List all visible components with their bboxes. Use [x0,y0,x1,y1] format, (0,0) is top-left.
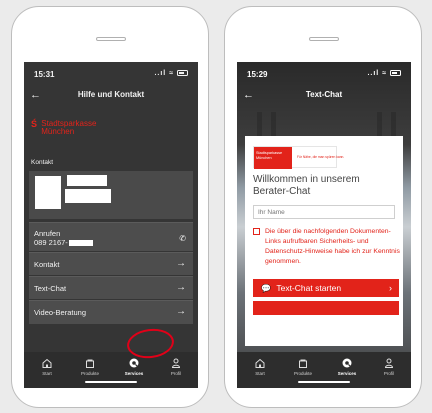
chat-bubble-icon: 💬 [261,284,271,293]
profile-icon [171,358,181,368]
sparkasse-banner: Stadtsparkasse München Für Nähe, die man … [253,146,344,169]
row-anrufen[interactable]: Anrufen 089 2167- ✆ [29,222,193,251]
bag-icon [86,359,94,368]
profile-icon [384,358,394,368]
status-bar: 15:29 ..ıl ≈ [237,62,411,82]
redacted-name [67,175,107,186]
back-arrow-icon[interactable]: ← [30,84,41,106]
battery-icon [390,70,401,77]
home-icon [255,358,265,368]
page-title: Hilfe und Kontakt [77,90,145,99]
status-time: 15:31 [34,70,55,79]
sparkasse-s-icon: Ś [31,119,38,129]
consent-text: Die über die nachfolgenden Dokumenten-Li… [265,228,400,265]
status-indicators: ..ıl ≈ [367,70,401,77]
section-label-kontakt: Kontakt [31,159,54,166]
back-arrow-icon[interactable]: ← [243,84,254,106]
row-kontakt[interactable]: Kontakt → [29,252,193,275]
redacted-photo [35,176,61,209]
services-icon [342,358,352,368]
row-text-chat[interactable]: Text-Chat → [29,276,193,299]
status-time: 15:29 [247,70,268,79]
speaker-slot [96,37,126,41]
sparkasse-logo: Stadtsparkasse München [254,147,292,169]
chevron-right-icon: › [389,283,392,293]
status-indicators: ..ıl ≈ [154,70,188,77]
tab-profil[interactable]: Profil [372,357,406,376]
name-input[interactable] [253,205,395,219]
phone-right: 15:29 ..ıl ≈ ← Text-Chat Stadtsparkasse M… [224,6,422,408]
page-title: Text-Chat [305,90,343,99]
secondary-button[interactable] [253,301,399,315]
tab-produkte[interactable]: Produkte [73,357,107,376]
row-anrufen-number: 089 2167- [34,238,93,247]
row-kontakt-label: Kontakt [34,260,60,269]
start-text-chat-label: Text-Chat starten [276,283,342,293]
row-text-chat-label: Text-Chat [34,284,67,293]
tab-start[interactable]: Start [30,357,64,376]
phone-icon: ✆ [179,234,186,243]
status-bar: 15:31 ..ıl ≈ [24,62,198,82]
speaker-slot [309,37,339,41]
arrow-right-icon: → [176,282,186,293]
start-text-chat-button[interactable]: 💬 Text-Chat starten › [253,279,399,297]
wifi-icon: ≈ [382,70,388,77]
tab-profil[interactable]: Profil [159,357,193,376]
consent-checkbox[interactable] [253,228,260,235]
arrow-right-icon: → [176,258,186,269]
phone-left: 15:31 ..ıl ≈ ← Hilfe und Kontakt Ś Stadt… [11,6,209,408]
screenshot-stage: 15:31 ..ıl ≈ ← Hilfe und Kontakt Ś Stadt… [0,0,432,413]
tab-produkte[interactable]: Produkte [286,357,320,376]
tab-services[interactable]: Services [117,357,151,376]
redacted-details [65,189,111,203]
services-icon [129,358,139,368]
tab-start[interactable]: Start [243,357,277,376]
home-indicator [85,381,137,383]
wifi-icon: ≈ [169,70,175,77]
bag-icon [299,359,307,368]
row-video-beratung-label: Video-Beratung [34,308,86,317]
home-indicator [298,381,350,383]
nav-bar: ← Text-Chat [237,84,411,106]
row-video-beratung[interactable]: Video-Beratung → [29,300,193,324]
chat-start-card: Stadtsparkasse München Für Nähe, die man … [245,136,403,346]
nav-bar: ← Hilfe und Kontakt [24,84,198,106]
row-anrufen-label: Anrufen [34,229,61,238]
home-icon [42,358,52,368]
bottom-tab-bar: Start Produkte Services Profil [24,352,198,388]
brand-line-2: München [41,127,75,136]
signal-icon: ..ıl [367,70,380,77]
screen-hilfe-und-kontakt: 15:31 ..ıl ≈ ← Hilfe und Kontakt Ś Stadt… [24,62,198,388]
bottom-tab-bar: Start Produkte Services Profil [237,352,411,388]
arrow-right-icon: → [176,306,186,317]
welcome-heading: Willkommen in unserem Berater-Chat [253,174,360,197]
signal-icon: ..ıl [154,70,167,77]
advisor-card [29,171,193,219]
tab-services[interactable]: Services [330,357,364,376]
screen-text-chat: 15:29 ..ıl ≈ ← Text-Chat Stadtsparkasse M… [237,62,411,388]
logo-tagline: Für Nähe, die man spüren kann. [297,155,345,159]
battery-icon [177,70,188,77]
sparkasse-logo: Ś Stadtsparkasse München [31,120,96,136]
